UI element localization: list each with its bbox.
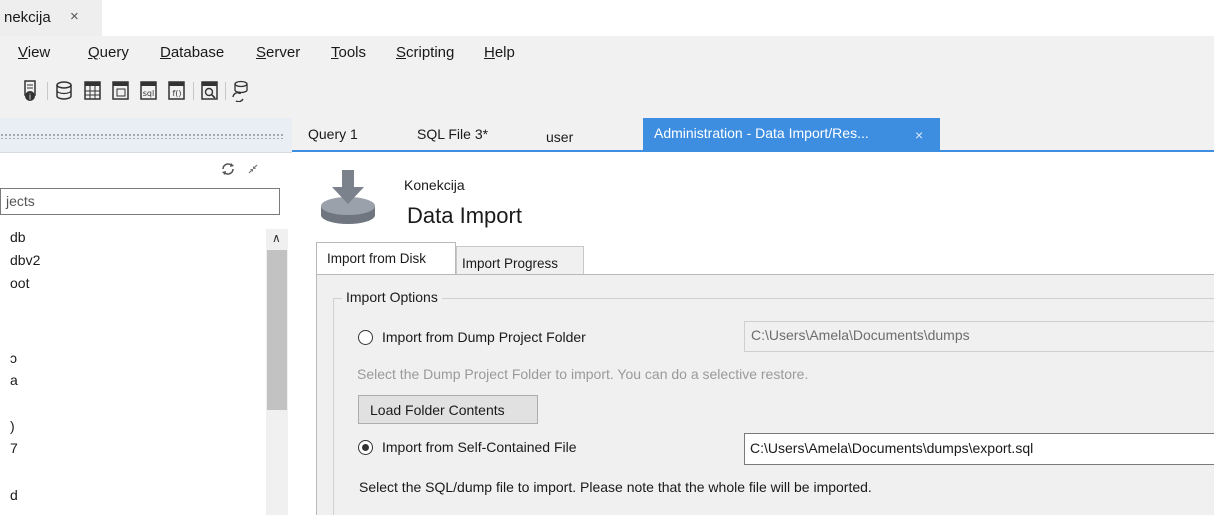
refresh-icon[interactable]	[221, 163, 235, 175]
dump-folder-path-value: C:\Users\Amela\Documents\dumps	[751, 327, 970, 343]
menu-query[interactable]: Query	[88, 44, 129, 61]
svg-text:sql: sql	[143, 89, 154, 98]
close-icon[interactable]: ×	[915, 127, 923, 143]
menu-view[interactable]: View	[18, 44, 50, 61]
create-function-icon[interactable]: f()	[168, 80, 186, 102]
connection-tab-label: nekcija	[4, 9, 51, 26]
self-contained-file-radio-label[interactable]: Import from Self-Contained File	[382, 439, 577, 455]
tab-label: user	[546, 129, 574, 145]
toolbar-separator	[225, 82, 226, 100]
create-view-icon[interactable]	[112, 80, 130, 102]
tab-import-from-disk-label: Import from Disk	[327, 251, 427, 266]
menu-help[interactable]: Help	[484, 44, 515, 61]
server-info-icon[interactable]: i	[22, 80, 40, 102]
toolbar-separator	[193, 82, 194, 100]
scrollbar-thumb[interactable]	[267, 250, 287, 410]
dump-folder-radio[interactable]	[358, 330, 373, 345]
menu-database[interactable]: Database	[160, 44, 224, 61]
schema-item[interactable]: d	[10, 487, 18, 503]
create-procedure-icon[interactable]: sql	[140, 80, 158, 102]
data-import-icon	[321, 170, 375, 224]
tab-administration-data-import[interactable]: Administration - Data Import/Res... ×	[643, 118, 940, 150]
menu-scripting[interactable]: Scripting	[396, 44, 454, 61]
tab-import-progress-label: Import Progress	[462, 256, 559, 271]
schema-item[interactable]: 7	[10, 440, 18, 456]
close-icon[interactable]: ×	[70, 8, 79, 25]
tab-label: SQL File 3*	[417, 126, 489, 142]
reconnect-icon[interactable]	[231, 80, 249, 102]
menu-server[interactable]: Server	[256, 44, 300, 61]
window-tab-strip	[0, 0, 1214, 36]
self-contained-file-hint: Select the SQL/dump file to import. Plea…	[359, 479, 872, 495]
create-schema-icon[interactable]	[56, 80, 74, 102]
dump-folder-hint: Select the Dump Project Folder to import…	[357, 366, 809, 382]
toolbar-separator	[47, 82, 48, 100]
svg-text:f(): f()	[172, 89, 181, 98]
navigator-sidebar	[0, 118, 292, 515]
splitter-grip[interactable]	[0, 133, 284, 139]
schema-item[interactable]: )	[10, 418, 15, 434]
create-table-icon[interactable]	[84, 80, 102, 102]
connection-name: Konekcija	[404, 177, 465, 193]
schema-item[interactable]: oot	[10, 275, 29, 291]
page-title: Data Import	[407, 203, 522, 228]
svg-text:i: i	[29, 93, 31, 102]
menu-tools[interactable]: Tools	[331, 44, 366, 61]
tab-label: Query 1	[308, 126, 358, 142]
self-contained-file-path-value[interactable]: C:\Users\Amela\Documents\dumps\export.sq…	[750, 440, 1033, 456]
schema-item[interactable]: dbv2	[10, 252, 40, 268]
schema-item[interactable]: a	[10, 372, 18, 388]
collapse-icon[interactable]	[247, 163, 259, 175]
search-table-data-icon[interactable]	[201, 80, 219, 102]
dump-folder-radio-label[interactable]: Import from Dump Project Folder	[382, 329, 586, 345]
tab-label: Administration - Data Import/Res...	[654, 125, 869, 141]
schema-item[interactable]: db	[10, 229, 26, 245]
import-options-legend: Import Options	[342, 289, 442, 305]
load-folder-contents-label: Load Folder Contents	[370, 402, 505, 418]
schema-filter-input[interactable]	[0, 188, 280, 215]
schema-filter-placeholder: jects	[6, 193, 35, 209]
scroll-up-icon[interactable]: ∧	[272, 231, 281, 245]
self-contained-file-radio[interactable]	[358, 440, 373, 455]
schema-item[interactable]: ɔ	[10, 350, 17, 366]
